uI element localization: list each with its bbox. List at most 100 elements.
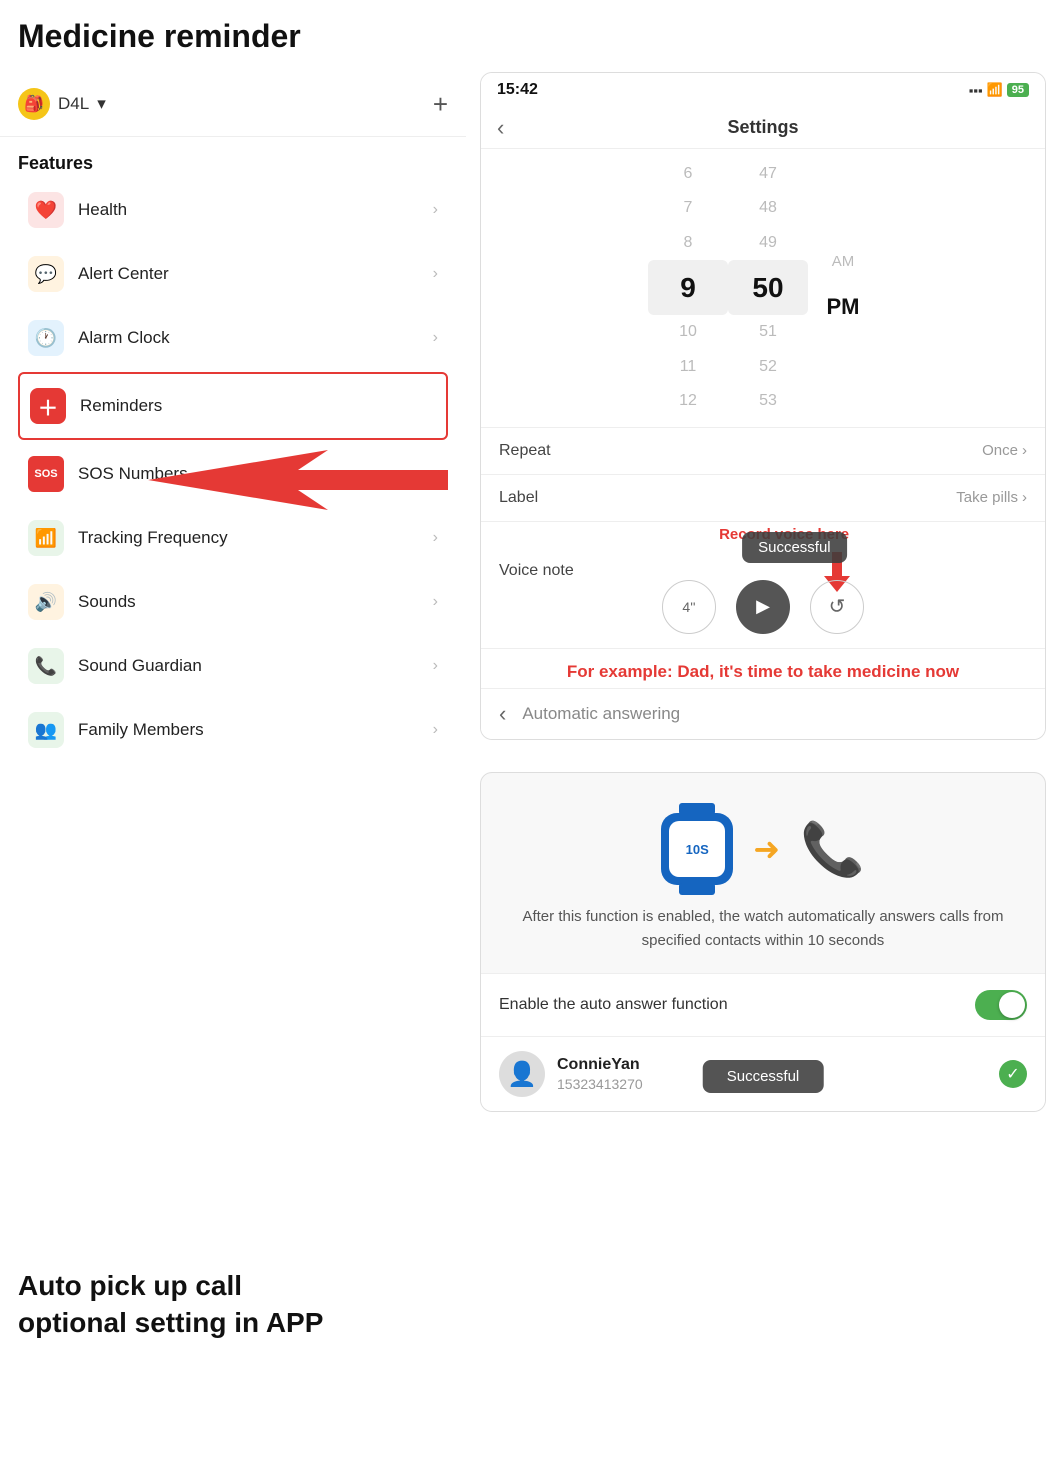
sos-icon: SOS [28,456,64,492]
health-label: Health [78,200,127,220]
wifi-icon: 📶 [987,82,1003,98]
features-section: Features ❤️ Health › 💬 Alert Center › 🕐 … [0,137,466,770]
sidebar-item-family-members[interactable]: 👥 Family Members › [18,698,448,762]
bottom-nav-row: ‹ Automatic answering [481,688,1045,739]
features-title: Features [18,153,448,174]
voice-note-label: Voice note [499,562,574,579]
enable-row: Enable the auto answer function [481,973,1045,1036]
battery-badge: 95 [1007,83,1029,97]
sidebar-item-health[interactable]: ❤️ Health › [18,178,448,242]
left-header: 🎒 D4L ▾ + [0,72,466,137]
watch-screen-label: 10S [669,821,725,877]
sidebar-item-tracking-frequency[interactable]: 📶 Tracking Frequency › [18,506,448,570]
page-title: Medicine reminder [18,18,301,55]
device-icon: 🎒 [18,88,50,120]
minute-column[interactable]: 47 48 49 50 51 52 53 [728,157,808,419]
top-phone-screen: 15:42 ▪▪▪ 📶 95 ‹ Settings 6 7 8 9 10 11 … [480,72,1046,740]
alert-center-label: Alert Center [78,264,169,284]
alert-center-icon: 💬 [28,256,64,292]
status-icons: ▪▪▪ 📶 95 [969,82,1029,98]
auto-answer-toggle[interactable] [975,990,1027,1020]
sound-guardian-label: Sound Guardian [78,656,202,676]
sounds-chevron: › [433,593,438,611]
hour-9-selected: 9 [648,260,728,315]
enable-label: Enable the auto answer function [499,996,728,1014]
health-icon: ❤️ [28,192,64,228]
add-button[interactable]: + [433,89,448,120]
bottom-back-button[interactable]: ‹ [499,701,506,727]
hour-11: 11 [648,350,728,384]
min-53: 53 [728,384,808,418]
voice-tooltip: Successful [742,532,847,563]
health-chevron: › [433,201,438,219]
label-label: Label [499,489,538,507]
auto-description: After this function is enabled, the watc… [481,905,1045,973]
auto-pickup-text: Auto pick up call optional setting in AP… [0,1268,460,1341]
pm-option-selected: PM [808,281,878,333]
screen-nav: ‹ Settings [481,107,1045,149]
bottom-nav-title: Automatic answering [522,704,680,724]
voice-controls: Successful 4'' ▶ ↺ [499,580,1027,634]
right-panel: 15:42 ▪▪▪ 📶 95 ‹ Settings 6 7 8 9 10 11 … [466,72,1060,1481]
min-48: 48 [728,191,808,225]
hour-10: 10 [648,315,728,349]
auto-pickup-line2: optional setting in APP [18,1307,323,1338]
repeat-value-container: Once › [982,442,1027,459]
sound-guardian-chevron: › [433,657,438,675]
hour-7: 7 [648,191,728,225]
hour-column[interactable]: 6 7 8 9 10 11 12 [648,157,728,419]
phone-call-icon: 📞 [800,819,865,880]
example-text: For example: Dad, it's time to take medi… [481,649,1045,689]
min-51: 51 [728,315,808,349]
reminders-label: Reminders [80,396,162,416]
min-49: 49 [728,226,808,260]
hour-6: 6 [648,157,728,191]
repeat-value: Once [982,442,1018,459]
family-members-chevron: › [433,721,438,739]
sidebar-item-sound-guardian[interactable]: 📞 Sound Guardian › [18,634,448,698]
family-members-icon: 👥 [28,712,64,748]
min-50-selected: 50 [728,260,808,315]
tracking-label: Tracking Frequency [78,528,228,548]
left-panel: 🎒 D4L ▾ + Features ❤️ Health › 💬 Alert C… [0,72,466,1481]
sidebar-item-alert-center[interactable]: 💬 Alert Center › [18,242,448,306]
screen-title: Settings [727,117,798,138]
play-icon: ▶ [756,596,770,617]
duration-badge: 4'' [662,580,716,634]
sound-guardian-icon: 📞 [28,648,64,684]
hour-8: 8 [648,226,728,260]
signal-icon: ▪▪▪ [969,83,983,98]
contact-check-icon: ✓ [999,1060,1027,1088]
alarm-clock-label: Alarm Clock [78,328,170,348]
auto-pickup-line1: Auto pick up call [18,1270,242,1301]
repeat-row[interactable]: Repeat Once › [481,428,1045,475]
label-value: Take pills [956,489,1018,506]
sounds-label: Sounds [78,592,136,612]
label-chevron: › [1022,489,1027,506]
reset-button[interactable]: ↺ [810,580,864,634]
device-label[interactable]: 🎒 D4L ▾ [18,88,106,120]
label-value-container: Take pills › [956,489,1027,506]
red-arrow [148,450,448,510]
tracking-icon: 📶 [28,520,64,556]
back-button[interactable]: ‹ [497,115,504,141]
ampm-column[interactable]: AM PM [808,242,878,333]
reset-icon: ↺ [829,594,846,619]
family-members-label: Family Members [78,720,204,740]
dropdown-icon: ▾ [97,94,106,114]
sidebar-item-sounds[interactable]: 🔊 Sounds › [18,570,448,634]
play-button[interactable]: ▶ [736,580,790,634]
alarm-clock-chevron: › [433,329,438,347]
reminders-icon: ＋ [30,388,66,424]
sidebar-item-alarm-clock[interactable]: 🕐 Alarm Clock › [18,306,448,370]
alarm-clock-icon: 🕐 [28,320,64,356]
time-picker: 6 7 8 9 10 11 12 47 48 49 50 51 52 53 AM… [481,149,1045,428]
label-row[interactable]: Label Take pills › [481,475,1045,522]
sidebar-item-reminders[interactable]: ＋ Reminders [18,372,448,440]
bottom-phone-screen: 10S ➜ 📞 After this function is enabled, … [480,772,1046,1112]
status-bar: 15:42 ▪▪▪ 📶 95 [481,73,1045,107]
status-time: 15:42 [497,81,538,99]
repeat-label: Repeat [499,442,551,460]
am-option: AM [808,242,878,281]
contact-row[interactable]: 👤 ConnieYan 15323413270 ✓ Successful [481,1036,1045,1111]
